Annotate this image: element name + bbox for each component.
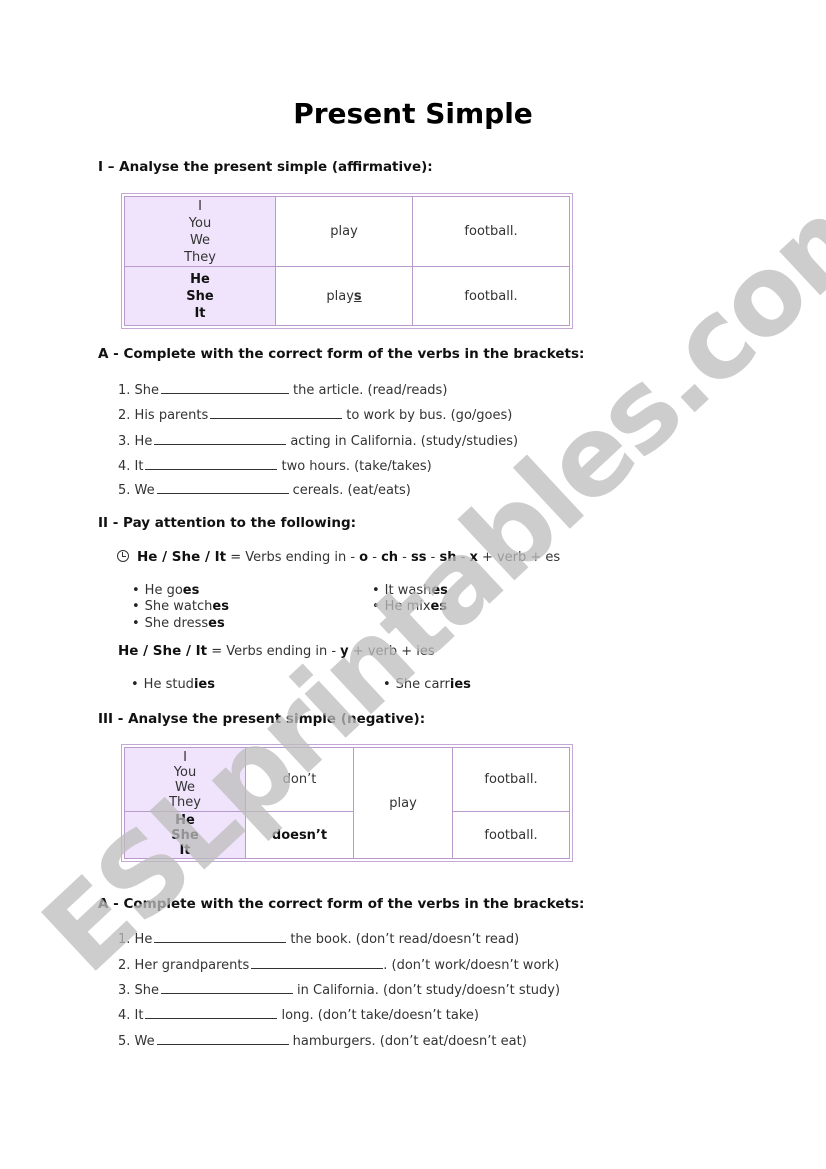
item-subject: It (134, 459, 144, 474)
object-cell: football. (412, 266, 570, 326)
subject: He (190, 271, 210, 287)
table-row: He She It plays football. (124, 266, 570, 326)
example-base: She watch (144, 599, 213, 614)
item-number: 3. (118, 983, 131, 998)
item-subject: His parents (134, 408, 209, 423)
example-suffix: es (212, 599, 229, 614)
section-1-heading: I – Analyse the present simple (affirmat… (98, 159, 433, 175)
item-rest: in California. (don’t study/doesn’t stud… (297, 983, 561, 998)
rule-subject: He / She / It (137, 549, 227, 565)
ending: o (359, 550, 369, 565)
example-suffix: ies (449, 677, 471, 692)
exercise-item: 3. He acting in California. (study/studie… (118, 432, 518, 449)
table-row: I You We They play football. (124, 196, 570, 267)
exercise-a1-heading: A - Complete with the correct form of th… (98, 346, 585, 362)
exercise-item: 2. His parents to work by bus. (go/goes) (118, 406, 512, 423)
affirmative-table: I You We They play football. He She It p… (121, 193, 573, 329)
exercise-item: 5. We hamburgers. (don’t eat/doesn’t eat) (118, 1032, 527, 1049)
example-base: He stud (143, 677, 194, 692)
clock-icon (117, 550, 129, 562)
example-item: He studies (131, 677, 215, 692)
answer-blank[interactable] (156, 1032, 289, 1045)
answer-blank[interactable] (156, 481, 289, 494)
exercise-item: 1. He the book. (don’t read/doesn’t read) (118, 930, 519, 947)
worksheet-page: Present Simple I – Analyse the present s… (0, 0, 826, 1169)
object-cell: football. (452, 747, 570, 812)
example-suffix: ies (193, 677, 215, 692)
item-rest: two hours. (take/takes) (281, 459, 432, 474)
item-rest: the article. (read/reads) (293, 383, 448, 398)
answer-blank[interactable] (145, 457, 278, 470)
subjects-cell-singular: He She It (124, 266, 276, 326)
item-number: 2. (118, 408, 131, 423)
example-item: He goes (132, 583, 200, 598)
answer-blank[interactable] (154, 432, 287, 445)
item-subject: Her grandparents (134, 958, 250, 973)
subject: We (189, 232, 211, 248)
answer-blank[interactable] (145, 1006, 278, 1019)
exercise-item: 4. It long. (don’t take/doesn’t take) (118, 1006, 479, 1023)
exercise-item: 4. It two hours. (take/takes) (118, 457, 432, 474)
item-number: 1. (118, 383, 131, 398)
verb-suffix: s (353, 288, 362, 304)
item-rest: to work by bus. (go/goes) (346, 408, 513, 423)
example-base: She dress (144, 616, 209, 631)
exercise-item: 2. Her grandparents. (don’t work/doesn’t… (118, 956, 559, 973)
item-number: 4. (118, 459, 131, 474)
exercise-item: 5. We cereals. (eat/eats) (118, 481, 411, 498)
verb-base: play (326, 288, 354, 304)
page-title: Present Simple (293, 97, 533, 130)
item-subject: She (134, 983, 160, 998)
item-rest: long. (don’t take/doesn’t take) (281, 1008, 479, 1023)
answer-blank[interactable] (210, 406, 343, 419)
example-item: She dresses (132, 616, 225, 631)
verb-cell: play (353, 747, 453, 859)
exercise-item: 3. She in California. (don’t study/doesn’… (118, 981, 560, 998)
item-number: 3. (118, 434, 131, 449)
subject: I (198, 198, 202, 214)
item-subject: We (134, 1034, 155, 1049)
verb-cell: play (275, 196, 413, 267)
rule-eq: = Verbs ending in - (226, 550, 360, 565)
item-rest: the book. (don’t read/doesn’t read) (290, 932, 520, 947)
example-item: She watches (132, 599, 229, 614)
item-rest: cereals. (eat/eats) (292, 483, 411, 498)
subject: They (184, 249, 216, 265)
exercise-item: 1. She the article. (read/reads) (118, 381, 447, 398)
answer-blank[interactable] (161, 381, 290, 394)
section-2-heading: II - Pay attention to the following: (98, 515, 357, 531)
verb-cell: plays (275, 266, 413, 326)
object-cell: football. (412, 196, 570, 267)
subject: You (188, 215, 212, 231)
example-base: He go (144, 583, 183, 598)
item-number: 5. (118, 1034, 131, 1049)
example-suffix: es (208, 616, 225, 631)
subject: It (194, 305, 206, 321)
answer-blank[interactable] (251, 956, 384, 969)
item-rest: hamburgers. (don’t eat/doesn’t eat) (292, 1034, 527, 1049)
item-number: 5. (118, 483, 131, 498)
item-number: 4. (118, 1008, 131, 1023)
rule-subject: He / She / It (118, 643, 208, 659)
item-subject: She (134, 383, 160, 398)
example-suffix: es (182, 583, 200, 598)
answer-blank[interactable] (161, 981, 294, 994)
subjects-cell-plural: I You We They (124, 196, 276, 267)
item-subject: He (134, 434, 153, 449)
object-cell: football. (452, 811, 570, 859)
item-rest: . (don’t work/doesn’t work) (383, 958, 560, 973)
item-subject: It (134, 1008, 144, 1023)
item-subject: We (134, 483, 155, 498)
subject: She (186, 288, 214, 304)
item-rest: acting in California. (study/studies) (290, 434, 519, 449)
